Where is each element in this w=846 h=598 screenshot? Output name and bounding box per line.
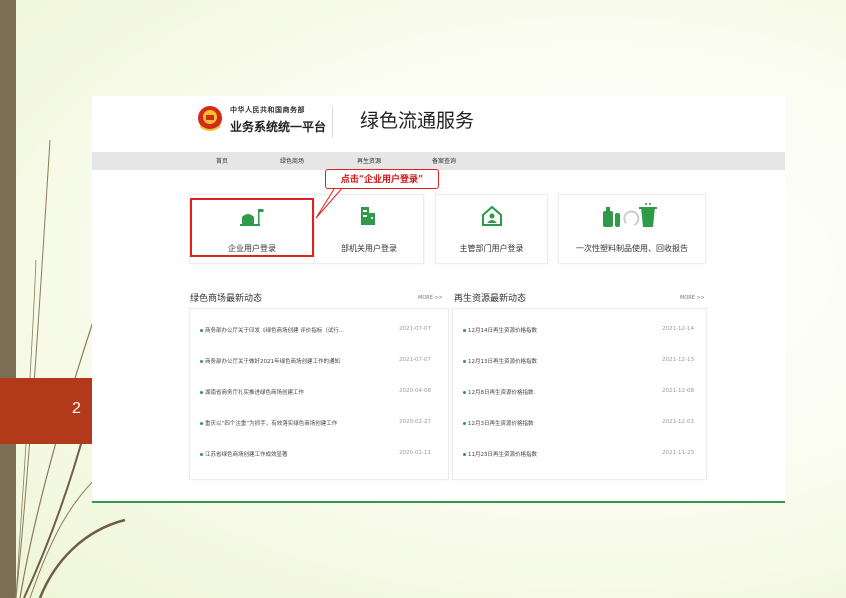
nav-item-filing-query[interactable]: 备案查询 xyxy=(432,156,456,165)
system-name: 业务系统统一平台 xyxy=(230,120,327,134)
card-label: 主管部门用户登录 xyxy=(459,244,524,253)
highlight-box xyxy=(190,198,314,257)
list-item[interactable]: 湖南省商务厅扎实推进绿色商场创建工作 2020-04-08 xyxy=(190,388,448,400)
slide-number: 2 xyxy=(72,400,81,417)
nav-item-home[interactable]: 首页 xyxy=(216,156,228,165)
national-emblem-icon xyxy=(198,106,222,131)
news-list-recycling: 12月14日再生资源价格指数 2021-12-14 12月13日再生资源价格指数… xyxy=(452,308,707,480)
card-label: 部机关用户登录 xyxy=(341,244,397,253)
org-name: 中华人民共和国商务部 xyxy=(230,106,305,114)
building-icon xyxy=(361,207,375,225)
more-link-green-mall[interactable]: MORE >> xyxy=(418,295,443,301)
list-item[interactable]: 江苏省绿色商场创建工作成效显著 2020-02-11 xyxy=(190,450,448,462)
list-item[interactable]: 11月23日再生资源价格指数 2021-11-23 xyxy=(453,450,706,462)
card-authority-login[interactable]: 主管部门用户登录 xyxy=(435,194,548,264)
list-item[interactable]: 12月8日再生资源价格指数 2021-12-08 xyxy=(453,388,706,400)
website-screenshot: 中华人民共和国商务部 业务系统统一平台 绿色流通服务 首页 绿色商场 再生资源 … xyxy=(92,96,785,503)
nav-item-recycling[interactable]: 再生资源 xyxy=(357,156,381,165)
callout-pointer xyxy=(315,185,346,219)
header-divider xyxy=(332,106,333,138)
more-link-recycling[interactable]: MORE >> xyxy=(680,295,705,301)
nav-item-green-mall[interactable]: 绿色商场 xyxy=(280,156,304,165)
callout-text: 点击“企业用户登录” xyxy=(340,175,424,185)
list-item[interactable]: 商务部办公厅关于印发《绿色商场创建 评价指标（试行... 2021-07-07 xyxy=(190,326,448,338)
main-nav: 首页 绿色商场 再生资源 备案查询 xyxy=(92,152,785,170)
list-item[interactable]: 12月13日再生资源价格指数 2021-12-13 xyxy=(453,357,706,369)
news-list-green-mall: 商务部办公厅关于印发《绿色商场创建 评价指标（试行... 2021-07-07 … xyxy=(189,308,449,480)
card-plastic-report[interactable]: 一次性塑料制品使用、回收报告 xyxy=(558,194,706,264)
list-item[interactable]: 重庆以“四个注重”为抓手，有效落实绿色商场创建工作 2020-02-27 xyxy=(190,419,448,431)
section-title-green-mall: 绿色商场最新动态 xyxy=(190,294,263,304)
list-item[interactable]: 12月14日再生资源价格指数 2021-12-14 xyxy=(453,326,706,338)
section-title-recycling: 再生资源最新动态 xyxy=(454,294,527,304)
list-item[interactable]: 商务部办公厅关于做好2021年绿色商场创建工作的通知 2021-07-07 xyxy=(190,357,448,369)
service-title: 绿色流通服务 xyxy=(360,110,475,132)
house-user-icon xyxy=(482,205,502,226)
recycle-bin-icon xyxy=(603,203,657,227)
list-item[interactable]: 12月3日再生资源价格指数 2021-12-03 xyxy=(453,419,706,431)
card-label: 一次性塑料制品使用、回收报告 xyxy=(576,244,688,253)
callout-bubble: 点击“企业用户登录” xyxy=(325,169,439,189)
site-header: 中华人民共和国商务部 业务系统统一平台 绿色流通服务 xyxy=(92,96,785,148)
